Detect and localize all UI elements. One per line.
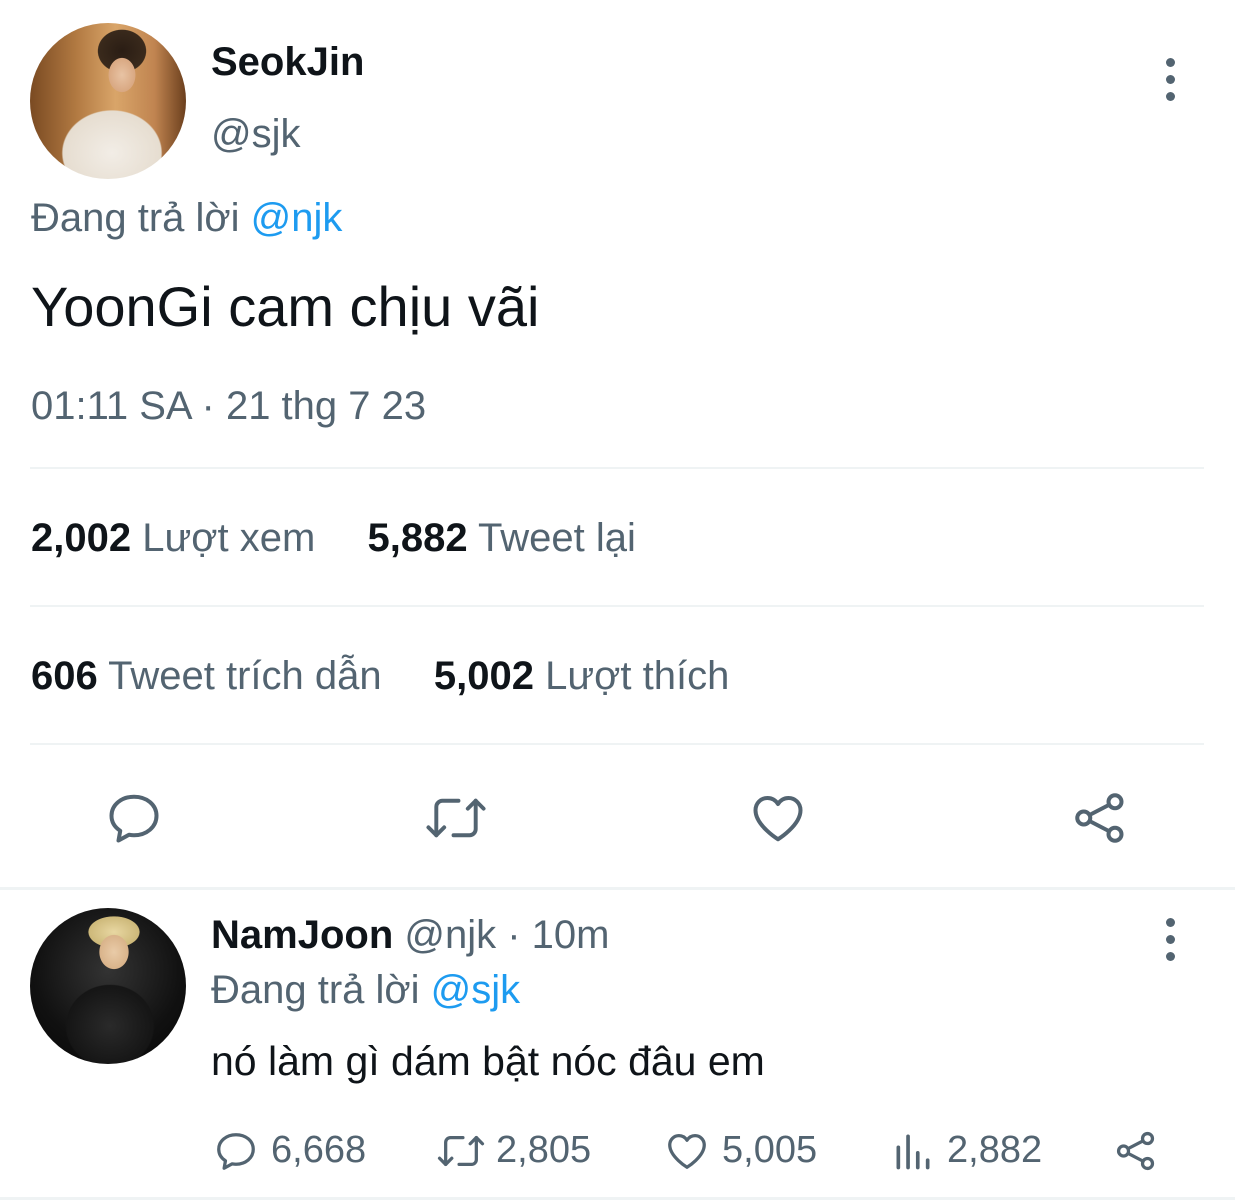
author-handle[interactable]: @sjk (211, 112, 301, 157)
tweet-timestamp[interactable]: 01:11 SA · 21 thg 7 23 (31, 384, 426, 429)
retweets-stat[interactable]: 5,882 Tweet lại (368, 516, 636, 560)
retweet-icon[interactable] (424, 788, 488, 848)
analytics-icon (891, 1128, 935, 1174)
views-count: 2,002 (31, 516, 132, 560)
likes-label: Lượt thích (545, 654, 730, 698)
reply-replying-prefix: Đang trả lời (211, 968, 420, 1012)
share-icon[interactable] (1113, 1128, 1159, 1174)
likes-count: 5,002 (433, 654, 534, 698)
reply-likes-count: 5,005 (722, 1129, 818, 1171)
reply-retweets-count: 2,805 (496, 1129, 592, 1171)
replying-to-line: Đang trả lời @njk (31, 196, 342, 241)
author-avatar[interactable] (30, 23, 186, 179)
replying-to-handle[interactable]: @njk (251, 196, 343, 240)
reply-icon[interactable] (104, 788, 164, 848)
views-label: Lượt xem (142, 516, 316, 560)
quotes-stat[interactable]: 606 Tweet trích dẫn (31, 654, 393, 698)
divider (30, 467, 1204, 469)
reply-author-avatar[interactable] (30, 908, 186, 1064)
retweet-icon (436, 1128, 486, 1174)
reply-views-count: 2,882 (947, 1129, 1043, 1171)
reply-replies-count: 6,668 (271, 1129, 367, 1171)
reply-text: nó làm gì dám bật nóc đâu em (211, 1038, 765, 1084)
section-separator (0, 887, 1235, 890)
retweets-label: Tweet lại (478, 516, 636, 560)
author-name[interactable]: SeokJin (211, 40, 364, 85)
reply-replying-to-handle[interactable]: @sjk (431, 968, 521, 1012)
like-icon[interactable] (748, 788, 808, 848)
quotes-count: 606 (31, 654, 98, 698)
share-icon[interactable] (1070, 788, 1130, 848)
like-icon (664, 1128, 710, 1174)
reply-time[interactable]: · 10m (507, 913, 609, 957)
more-options-icon[interactable] (1164, 58, 1176, 109)
stats-row-1: 2,002 Lượt xem 5,882 Tweet lại (31, 516, 636, 561)
views-stat[interactable]: 2,002 Lượt xem (31, 516, 326, 560)
likes-stat[interactable]: 5,002 Lượt thích (434, 654, 729, 698)
reply-replying-to-line: Đang trả lời @sjk (211, 968, 520, 1013)
divider (30, 743, 1204, 745)
replying-prefix: Đang trả lời (31, 196, 240, 240)
reply-author-handle[interactable]: @njk (404, 913, 496, 957)
stats-row-2: 606 Tweet trích dẫn 5,002 Lượt thích (31, 654, 729, 699)
reply-more-options-icon[interactable] (1164, 918, 1176, 969)
reply-icon (213, 1128, 259, 1174)
reply-header: NamJoon @njk · 10m (211, 913, 610, 958)
divider (30, 605, 1204, 607)
tweet-text: YoonGi cam chịu vãi (31, 275, 540, 338)
quotes-label: Tweet trích dẫn (108, 654, 382, 698)
retweets-count: 5,882 (367, 516, 468, 560)
reply-author-name[interactable]: NamJoon (211, 913, 393, 957)
